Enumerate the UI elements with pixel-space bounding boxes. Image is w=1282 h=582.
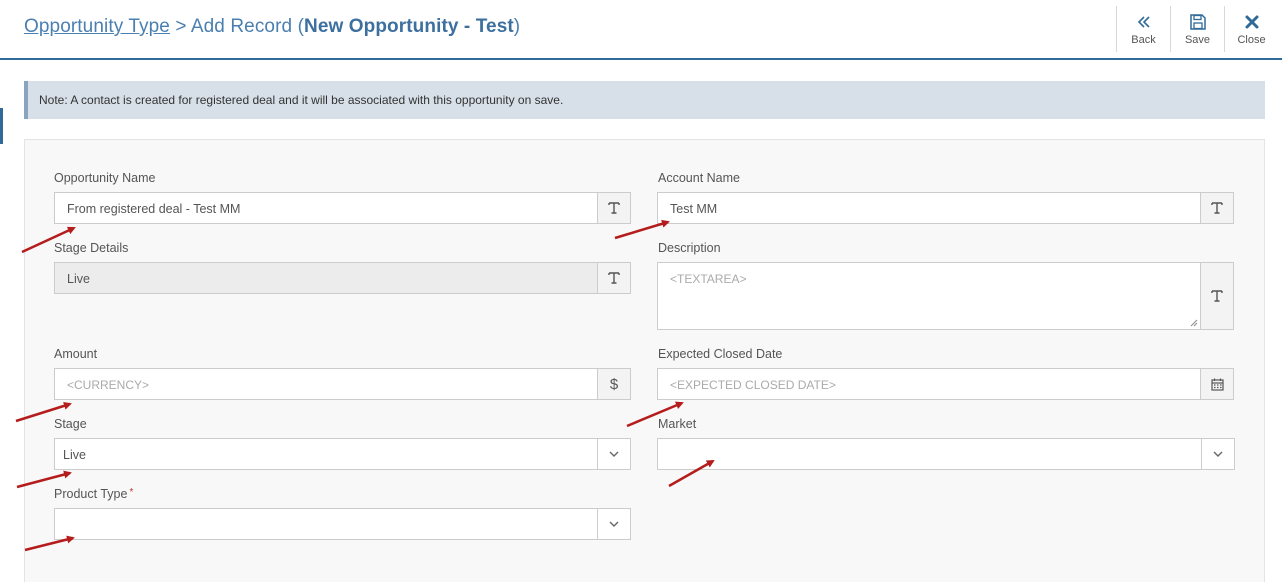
account-name-label: Account Name	[658, 171, 740, 185]
save-button[interactable]: Save	[1170, 6, 1224, 52]
chevron-down-icon	[1201, 439, 1234, 469]
market-label: Market	[658, 417, 697, 431]
double-chevron-left-icon	[1137, 12, 1151, 32]
left-edge	[0, 0, 4, 582]
dollar-icon: $	[597, 369, 630, 399]
floppy-disk-icon	[1189, 12, 1207, 32]
required-marker: *	[129, 487, 134, 498]
product-type-label: Product Type *	[54, 487, 133, 501]
description-label: Description	[658, 241, 721, 255]
close-icon	[1244, 12, 1260, 32]
text-type-icon	[1200, 193, 1233, 223]
amount-field[interactable]: <CURRENCY> $	[54, 368, 631, 400]
opportunity-name-field[interactable]: From registered deal - Test MM	[54, 192, 631, 224]
description-placeholder: <TEXTAREA>	[670, 272, 747, 286]
breadcrumb-link[interactable]: Opportunity Type	[24, 16, 170, 37]
expected-closed-date-label: Expected Closed Date	[658, 347, 783, 361]
opportunity-name-value: From registered deal - Test MM	[67, 202, 241, 216]
record-name: New Opportunity - Test	[304, 16, 514, 37]
account-name-value: Test MM	[670, 202, 718, 216]
stage-value: Live	[63, 448, 86, 462]
toolbar: Back Save Close	[1116, 6, 1278, 52]
save-label: Save	[1184, 34, 1211, 46]
amount-placeholder: <CURRENCY>	[67, 378, 150, 392]
left-edge-mark	[0, 108, 3, 144]
page-title: Opportunity Type > Add Record (New Oppor…	[24, 16, 520, 38]
breadcrumb-action: Add Record (	[190, 16, 304, 37]
text-type-icon	[1201, 263, 1233, 329]
product-type-label-text: Product Type	[54, 487, 128, 501]
text-type-icon	[597, 193, 630, 223]
chevron-down-icon	[597, 509, 630, 539]
stage-details-label: Stage Details	[54, 241, 129, 255]
account-name-field[interactable]: Test MM	[657, 192, 1234, 224]
market-select[interactable]	[657, 438, 1235, 470]
product-type-select[interactable]	[54, 508, 631, 540]
calendar-icon[interactable]	[1200, 369, 1233, 399]
breadcrumb-close-paren: )	[513, 16, 521, 37]
text-type-icon	[597, 263, 630, 293]
close-label: Close	[1237, 34, 1266, 46]
page-header: Opportunity Type > Add Record (New Oppor…	[0, 0, 1282, 60]
amount-label: Amount	[54, 347, 98, 361]
description-addon	[1200, 262, 1234, 330]
back-button[interactable]: Back	[1116, 6, 1170, 52]
stage-details-value: Live	[67, 272, 90, 286]
close-button[interactable]: Close	[1224, 6, 1278, 52]
expected-closed-date-placeholder: <EXPECTED CLOSED DATE>	[670, 378, 836, 392]
description-textarea[interactable]: <TEXTAREA>	[657, 262, 1201, 330]
stage-details-field: Live	[54, 262, 631, 294]
resize-handle-icon[interactable]	[1190, 319, 1198, 327]
opportunity-name-label: Opportunity Name	[54, 171, 156, 185]
expected-closed-date-field[interactable]: <EXPECTED CLOSED DATE>	[657, 368, 1234, 400]
breadcrumb-separator: >	[169, 16, 191, 37]
chevron-down-icon	[597, 439, 630, 469]
stage-label: Stage	[54, 417, 87, 431]
stage-select[interactable]: Live	[54, 438, 631, 470]
back-label: Back	[1131, 34, 1156, 46]
info-note: Note: A contact is created for registere…	[24, 81, 1265, 119]
